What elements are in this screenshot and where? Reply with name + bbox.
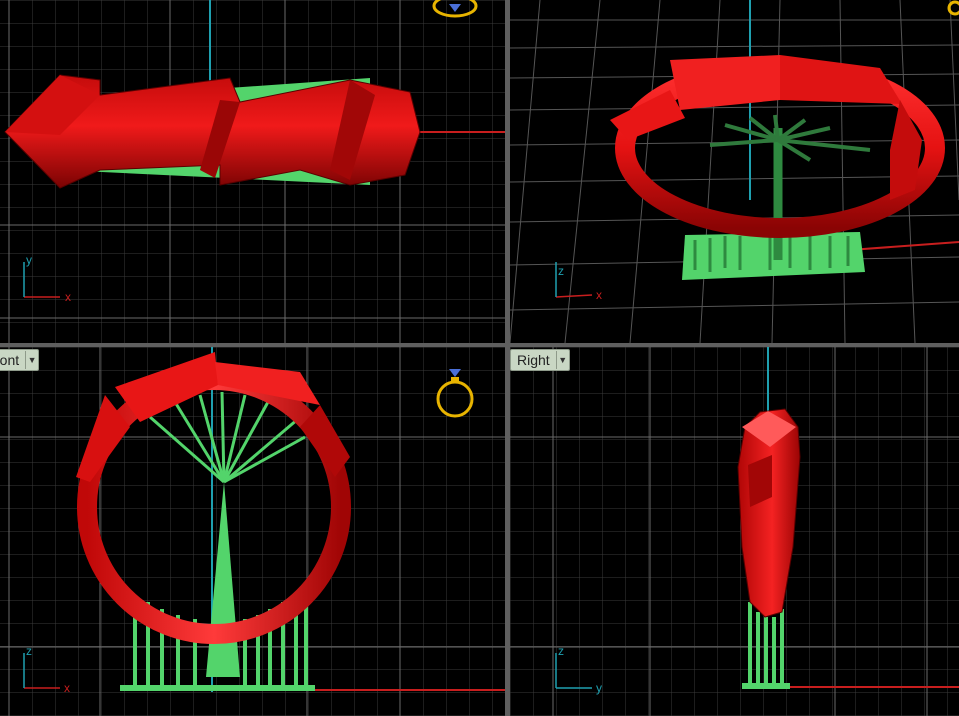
axis-y-label: y: [596, 681, 602, 695]
axis-x-label: x: [65, 290, 71, 304]
chevron-down-icon[interactable]: ▼: [555, 351, 569, 369]
axis-z-label: z: [558, 264, 564, 278]
right-view-canvas: y z: [510, 347, 959, 716]
viewport-label-text: Right: [517, 352, 550, 368]
viewport-right[interactable]: y z Right ▼: [510, 347, 959, 716]
viewport-label-right[interactable]: Right ▼: [510, 349, 570, 371]
axis-z-label: z: [558, 644, 564, 658]
axis-x-label: x: [596, 288, 602, 302]
front-view-canvas: x z: [0, 347, 505, 716]
chevron-down-icon[interactable]: ▼: [25, 351, 38, 369]
viewport-front[interactable]: x z ront ▼: [0, 347, 505, 716]
viewport-divider-vertical[interactable]: [505, 0, 510, 716]
perspective-view-canvas: x z: [510, 0, 959, 343]
viewport-label-front[interactable]: ront ▼: [0, 349, 40, 371]
viewport-top[interactable]: x y: [0, 0, 505, 343]
axis-x-label: x: [64, 681, 70, 695]
viewport-label-text: ront: [0, 352, 20, 368]
top-view-canvas: x y: [0, 0, 505, 343]
axis-z-label: z: [26, 644, 32, 658]
viewport-perspective[interactable]: x z: [510, 0, 959, 343]
viewport-divider-horizontal[interactable]: [0, 343, 959, 347]
axis-y-label: y: [26, 253, 32, 267]
